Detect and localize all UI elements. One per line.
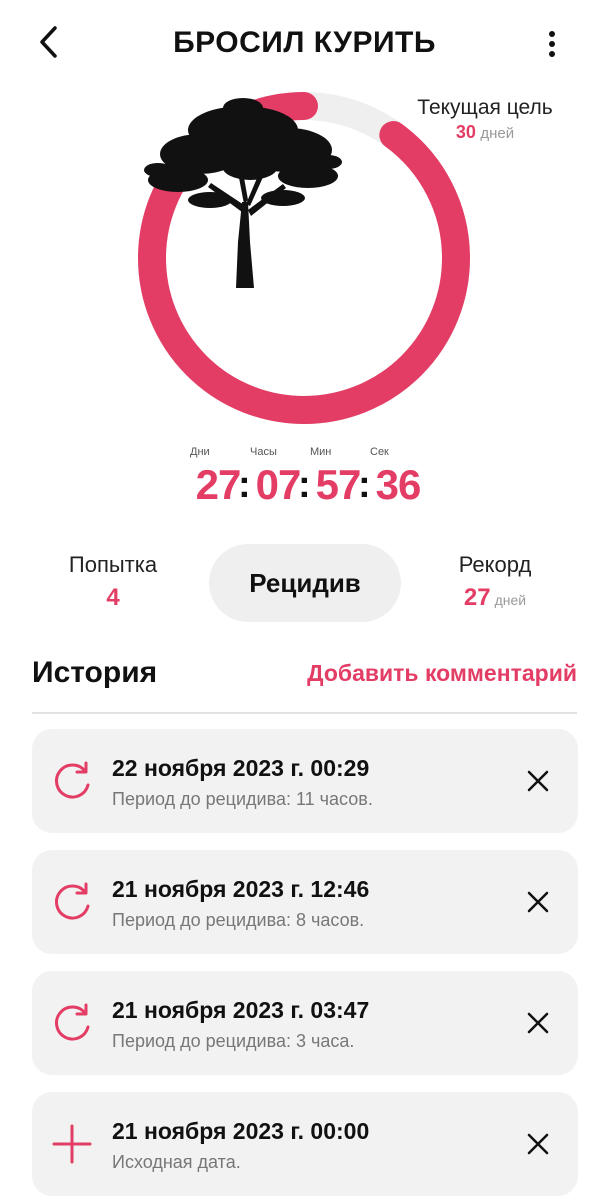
goal-label: Текущая цель (417, 96, 553, 119)
elapsed-timer: Дни 27 : Часы 07 : Мин 57 : Сек 36 (0, 446, 609, 516)
add-comment-link[interactable]: Добавить комментарий (307, 660, 577, 687)
history-title: История (32, 656, 158, 689)
attempt-label: Попытка (68, 552, 158, 577)
history-subtitle: Период до рецидива: 8 часов. (112, 910, 365, 930)
menu-button[interactable] (534, 24, 570, 64)
goal-unit: дней (480, 125, 515, 142)
close-icon (527, 891, 549, 913)
timer-seconds: Сек 36 (368, 446, 428, 506)
app-header: БРОСИЛ КУРИТЬ (0, 0, 609, 90)
timer-seconds-value: 36 (375, 461, 422, 508)
close-icon (527, 1012, 549, 1034)
history-item[interactable]: 21 ноября 2023 г. 03:47 Период до рециди… (32, 971, 578, 1075)
record-label: Рекорд (458, 552, 532, 577)
delete-button[interactable] (522, 1128, 554, 1160)
history-item[interactable]: 21 ноября 2023 г. 00:00 Исходная дата. (32, 1092, 578, 1196)
record-stat: Рекорд 27 дней (410, 552, 580, 612)
refresh-icon (55, 761, 90, 799)
record-value: 27 (463, 584, 491, 611)
history-date: 21 ноября 2023 г. 00:00 (112, 1118, 370, 1144)
refresh-icon (55, 882, 90, 920)
tree-icon (144, 98, 342, 288)
attempt-stat: Попытка 4 (28, 552, 198, 612)
delete-button[interactable] (522, 886, 554, 918)
page-title: БРОСИЛ КУРИТЬ (173, 26, 436, 59)
goal-value-row: 30 дней (400, 122, 570, 143)
close-icon (527, 770, 549, 792)
stats-row: Попытка 4 Рецидив Рекорд 27 дней (0, 544, 609, 624)
record-unit: дней (494, 592, 527, 608)
delete-button[interactable] (522, 1007, 554, 1039)
history-subtitle: Период до рецидива: 3 часа. (112, 1031, 355, 1051)
plus-icon (52, 1124, 92, 1164)
close-icon (527, 1133, 549, 1155)
refresh-icon (55, 1003, 90, 1041)
history-item[interactable]: 22 ноября 2023 г. 00:29 Период до рециди… (32, 729, 578, 833)
more-vertical-icon (549, 31, 555, 57)
history-header: История Добавить комментарий (32, 654, 577, 714)
history-date: 22 ноября 2023 г. 00:29 (112, 755, 370, 781)
history-date: 21 ноября 2023 г. 03:47 (112, 997, 370, 1023)
history-subtitle: Исходная дата. (112, 1152, 241, 1172)
attempt-value: 4 (106, 584, 120, 611)
history-item[interactable]: 21 ноября 2023 г. 12:46 Период до рециди… (32, 850, 578, 954)
history-subtitle: Период до рецидива: 11 часов. (112, 789, 373, 809)
delete-button[interactable] (522, 765, 554, 797)
history-date: 21 ноября 2023 г. 12:46 (112, 876, 370, 902)
goal-value: 30 (455, 122, 476, 142)
relapse-button[interactable]: Рецидив (209, 544, 401, 622)
current-goal: Текущая цель 30 дней (400, 96, 570, 143)
